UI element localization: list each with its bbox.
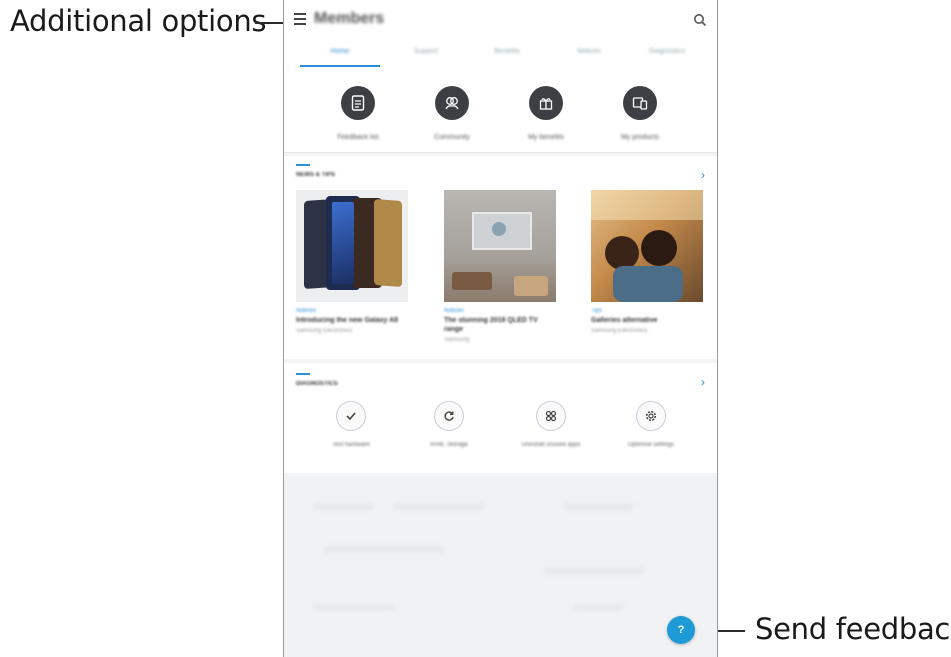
diagnostic-label: Uninstall unused apps [521,442,581,448]
chevron-right-icon[interactable]: › [701,168,705,182]
gift-icon [529,86,563,120]
friends-photo-image [591,190,703,302]
quick-action-label: My products [620,134,660,141]
content-placeholder-area [284,476,717,657]
phones-image [296,190,408,302]
placeholder-line [314,504,374,510]
refresh-icon [434,401,464,431]
placeholder-line [324,546,444,552]
tab-benefits[interactable]: Benefits [464,48,550,55]
check-icon [336,401,366,431]
placeholder-line [574,604,624,610]
news-title: Introducing the new Galaxy A8 [296,317,399,324]
quick-action-feedback-list[interactable]: Feedback list [318,86,398,141]
news-category: Notices [444,308,465,314]
tab-home[interactable]: Home [297,48,383,55]
diagnostic-label: RAM, Storage [430,442,468,448]
news-category: Notices [296,308,317,314]
diagnostic-uninstall-apps[interactable]: Uninstall unused apps [501,401,601,449]
news-category: Tips [591,308,603,314]
devices-icon [623,86,657,120]
quick-action-my-products[interactable]: My products [600,86,680,141]
placeholder-line [394,504,484,510]
tab-diagnostics[interactable]: Diagnostics [624,48,710,55]
settings-gear-icon [636,401,666,431]
placeholder-line [564,504,634,510]
people-icon [435,86,469,120]
diagnostic-label: Optimise settings [627,442,675,448]
quick-action-label: Feedback list [337,134,379,141]
news-title: Galleries alternative [591,317,658,324]
news-subtitle: Samsung Electronics [591,328,648,334]
quick-action-label: My benefits [528,134,564,141]
living-room-image [444,190,556,302]
news-tips-section: NEWS & TIPS › Notices Introducing the ne… [284,156,717,359]
section-accent [296,373,310,375]
apps-grid-icon [536,401,566,431]
tab-notices[interactable]: Notices [546,48,632,55]
section-accent [296,164,310,166]
news-title: The stunning 2018 QLED TV range [444,317,538,333]
placeholder-line [314,604,394,610]
diagnostic-label: Test hardware [332,442,370,448]
news-subtitle: Samsung [444,337,470,343]
section-title: NEWS & TIPS [296,172,336,178]
app-screen: Members Home Support Benefits Notices Di… [283,0,718,657]
diagnostic-ram-storage[interactable]: RAM, Storage [399,401,499,449]
diagnostic-optimise-settings[interactable]: Optimise settings [601,401,701,449]
app-bar: Members [284,0,717,42]
diagnostic-test-hardware[interactable]: Test hardware [301,401,401,449]
chevron-right-icon[interactable]: › [701,375,705,389]
search-icon[interactable] [693,13,707,27]
active-tab-indicator [300,65,380,67]
news-card[interactable]: Tips Galleries alternative Samsung Elect… [591,190,703,334]
additional-options-callout: Additional options [10,4,267,38]
placeholder-line [544,568,644,574]
news-card[interactable]: Notices Introducing the new Galaxy A8 Sa… [296,190,408,334]
app-title: Members [314,10,385,27]
quick-action-community[interactable]: Community [412,86,492,141]
quick-actions-card: Feedback list Community My benefits My p… [284,68,717,153]
document-icon [341,86,375,120]
quick-action-my-benefits[interactable]: My benefits [506,86,586,141]
tab-support[interactable]: Support [383,48,469,55]
send-feedback-button[interactable]: ? [667,616,695,644]
news-card[interactable]: Notices The stunning 2018 QLED TV range … [444,190,556,343]
send-feedback-callout: Send feedback. [755,612,951,646]
diagnostics-section: DIAGNOSTICS › Test hardware RAM, Storage… [284,363,717,473]
hamburger-menu-icon[interactable] [294,13,306,25]
section-title: DIAGNOSTICS [296,381,338,387]
quick-action-label: Community [434,134,470,141]
tab-bar: Home Support Benefits Notices Diagnostic… [284,42,717,68]
news-subtitle: Samsung Electronics [296,328,353,334]
